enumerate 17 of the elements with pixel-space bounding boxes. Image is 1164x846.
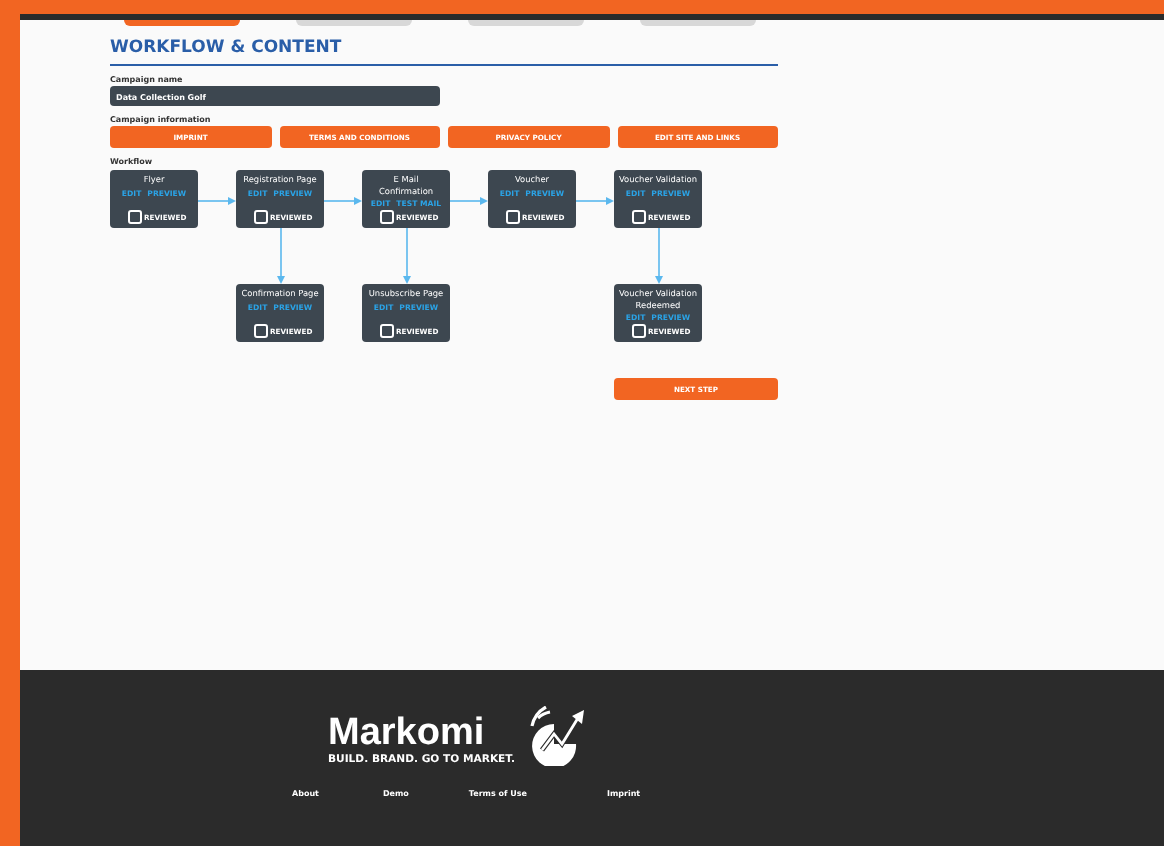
flow-arrow [576,196,614,206]
reviewed-checkbox[interactable] [632,324,646,338]
flow-arrow [653,228,663,284]
flow-arrow [401,228,411,284]
flow-arrow [450,196,488,206]
reviewed-checkbox[interactable] [254,210,268,224]
flow-arrow [324,196,362,206]
reviewed-checkbox[interactable] [380,324,394,338]
page-title: WORKFLOW & CONTENT [110,36,778,66]
reviewed-checkbox[interactable] [254,324,268,338]
flow-arrow [198,196,236,206]
reviewed-checkbox[interactable] [128,210,142,224]
brand-name: Markomi [328,714,487,754]
flow-arrow [275,228,285,284]
reviewed-checkbox[interactable] [380,210,394,224]
reviewed-checkbox[interactable] [632,210,646,224]
reviewed-checkbox[interactable] [506,210,520,224]
